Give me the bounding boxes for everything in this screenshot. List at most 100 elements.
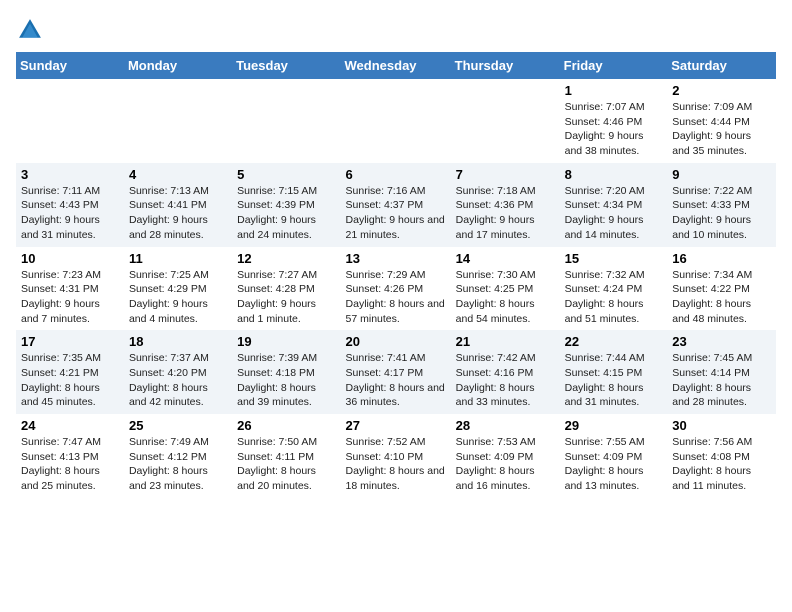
day-number: 9: [672, 167, 771, 182]
day-info: Sunrise: 7:50 AMSunset: 4:11 PMDaylight:…: [237, 435, 335, 494]
day-number: 17: [21, 334, 119, 349]
calendar-cell: 28Sunrise: 7:53 AMSunset: 4:09 PMDayligh…: [451, 414, 560, 498]
calendar-week-row: 1 Sunrise: 7:07 AMSunset: 4:46 PMDaylight…: [16, 79, 776, 163]
calendar-cell: [124, 79, 232, 163]
calendar-cell: 4 Sunrise: 7:13 AMSunset: 4:41 PMDaylight…: [124, 163, 232, 247]
calendar-cell: 26Sunrise: 7:50 AMSunset: 4:11 PMDayligh…: [232, 414, 340, 498]
day-info: Sunrise: 7:18 AMSunset: 4:36 PMDaylight:…: [456, 184, 555, 243]
day-number: 12: [237, 251, 335, 266]
calendar-cell: [341, 79, 451, 163]
calendar-week-row: 3 Sunrise: 7:11 AMSunset: 4:43 PMDaylight…: [16, 163, 776, 247]
day-info: Sunrise: 7:20 AMSunset: 4:34 PMDaylight:…: [565, 184, 663, 243]
day-number: 10: [21, 251, 119, 266]
day-number: 15: [565, 251, 663, 266]
day-info: Sunrise: 7:55 AMSunset: 4:09 PMDaylight:…: [565, 435, 663, 494]
day-info: Sunrise: 7:09 AMSunset: 4:44 PMDaylight:…: [672, 100, 771, 159]
day-number: 28: [456, 418, 555, 433]
day-number: 19: [237, 334, 335, 349]
day-info: Sunrise: 7:47 AMSunset: 4:13 PMDaylight:…: [21, 435, 119, 494]
day-info: Sunrise: 7:07 AMSunset: 4:46 PMDaylight:…: [565, 100, 663, 159]
day-info: Sunrise: 7:41 AMSunset: 4:17 PMDaylight:…: [346, 351, 446, 410]
calendar-cell: 6Sunrise: 7:16 AMSunset: 4:37 PMDaylight…: [341, 163, 451, 247]
day-info: Sunrise: 7:49 AMSunset: 4:12 PMDaylight:…: [129, 435, 227, 494]
header-area: [16, 16, 776, 44]
day-number: 6: [346, 167, 446, 182]
day-number: 5: [237, 167, 335, 182]
day-number: 25: [129, 418, 227, 433]
calendar-cell: 11 Sunrise: 7:25 AMSunset: 4:29 PMDayligh…: [124, 247, 232, 331]
calendar-cell: 12 Sunrise: 7:27 AMSunset: 4:28 PMDayligh…: [232, 247, 340, 331]
calendar-cell: 7 Sunrise: 7:18 AMSunset: 4:36 PMDaylight…: [451, 163, 560, 247]
weekday-header-tuesday: Tuesday: [232, 52, 340, 79]
calendar-cell: 14 Sunrise: 7:30 AMSunset: 4:25 PMDayligh…: [451, 247, 560, 331]
calendar-cell: 19 Sunrise: 7:39 AMSunset: 4:18 PMDayligh…: [232, 330, 340, 414]
day-number: 11: [129, 251, 227, 266]
calendar-cell: 20 Sunrise: 7:41 AMSunset: 4:17 PMDayligh…: [341, 330, 451, 414]
calendar-cell: 25 Sunrise: 7:49 AMSunset: 4:12 PMDayligh…: [124, 414, 232, 498]
day-number: 2: [672, 83, 771, 98]
day-number: 13: [346, 251, 446, 266]
weekday-header-saturday: Saturday: [667, 52, 776, 79]
day-number: 21: [456, 334, 555, 349]
day-number: 29: [565, 418, 663, 433]
calendar-cell: [16, 79, 124, 163]
logo: [16, 16, 48, 44]
day-number: 14: [456, 251, 555, 266]
day-info: Sunrise: 7:45 AMSunset: 4:14 PMDaylight:…: [672, 351, 771, 410]
calendar-cell: 30Sunrise: 7:56 AMSunset: 4:08 PMDayligh…: [667, 414, 776, 498]
calendar-week-row: 17 Sunrise: 7:35 AMSunset: 4:21 PMDayligh…: [16, 330, 776, 414]
calendar-week-row: 24 Sunrise: 7:47 AMSunset: 4:13 PMDayligh…: [16, 414, 776, 498]
day-info: Sunrise: 7:13 AMSunset: 4:41 PMDaylight:…: [129, 184, 227, 243]
calendar-cell: 18 Sunrise: 7:37 AMSunset: 4:20 PMDayligh…: [124, 330, 232, 414]
day-info: Sunrise: 7:37 AMSunset: 4:20 PMDaylight:…: [129, 351, 227, 410]
calendar-cell: 24 Sunrise: 7:47 AMSunset: 4:13 PMDayligh…: [16, 414, 124, 498]
day-info: Sunrise: 7:22 AMSunset: 4:33 PMDaylight:…: [672, 184, 771, 243]
calendar-cell: [451, 79, 560, 163]
day-info: Sunrise: 7:35 AMSunset: 4:21 PMDaylight:…: [21, 351, 119, 410]
calendar-cell: 8 Sunrise: 7:20 AMSunset: 4:34 PMDaylight…: [560, 163, 668, 247]
calendar-table: SundayMondayTuesdayWednesdayThursdayFrid…: [16, 52, 776, 498]
day-number: 18: [129, 334, 227, 349]
calendar-cell: 27Sunrise: 7:52 AMSunset: 4:10 PMDayligh…: [341, 414, 451, 498]
calendar-cell: 17 Sunrise: 7:35 AMSunset: 4:21 PMDayligh…: [16, 330, 124, 414]
day-info: Sunrise: 7:39 AMSunset: 4:18 PMDaylight:…: [237, 351, 335, 410]
calendar-week-row: 10 Sunrise: 7:23 AMSunset: 4:31 PMDayligh…: [16, 247, 776, 331]
day-info: Sunrise: 7:29 AMSunset: 4:26 PMDaylight:…: [346, 268, 446, 327]
day-number: 1: [565, 83, 663, 98]
day-info: Sunrise: 7:44 AMSunset: 4:15 PMDaylight:…: [565, 351, 663, 410]
weekday-header-sunday: Sunday: [16, 52, 124, 79]
logo-icon: [16, 16, 44, 44]
day-info: Sunrise: 7:15 AMSunset: 4:39 PMDaylight:…: [237, 184, 335, 243]
calendar-cell: 9 Sunrise: 7:22 AMSunset: 4:33 PMDaylight…: [667, 163, 776, 247]
calendar-cell: 16 Sunrise: 7:34 AMSunset: 4:22 PMDayligh…: [667, 247, 776, 331]
day-number: 20: [346, 334, 446, 349]
day-info: Sunrise: 7:23 AMSunset: 4:31 PMDaylight:…: [21, 268, 119, 327]
weekday-header-monday: Monday: [124, 52, 232, 79]
weekday-header-wednesday: Wednesday: [341, 52, 451, 79]
day-info: Sunrise: 7:25 AMSunset: 4:29 PMDaylight:…: [129, 268, 227, 327]
day-info: Sunrise: 7:42 AMSunset: 4:16 PMDaylight:…: [456, 351, 555, 410]
day-number: 8: [565, 167, 663, 182]
day-info: Sunrise: 7:11 AMSunset: 4:43 PMDaylight:…: [21, 184, 119, 243]
day-info: Sunrise: 7:34 AMSunset: 4:22 PMDaylight:…: [672, 268, 771, 327]
day-number: 3: [21, 167, 119, 182]
day-info: Sunrise: 7:52 AMSunset: 4:10 PMDaylight:…: [346, 435, 446, 494]
day-info: Sunrise: 7:30 AMSunset: 4:25 PMDaylight:…: [456, 268, 555, 327]
day-info: Sunrise: 7:32 AMSunset: 4:24 PMDaylight:…: [565, 268, 663, 327]
day-number: 4: [129, 167, 227, 182]
day-number: 23: [672, 334, 771, 349]
calendar-cell: 3 Sunrise: 7:11 AMSunset: 4:43 PMDaylight…: [16, 163, 124, 247]
day-number: 16: [672, 251, 771, 266]
weekday-header-friday: Friday: [560, 52, 668, 79]
calendar-cell: 21 Sunrise: 7:42 AMSunset: 4:16 PMDayligh…: [451, 330, 560, 414]
calendar-cell: 1 Sunrise: 7:07 AMSunset: 4:46 PMDaylight…: [560, 79, 668, 163]
weekday-header-thursday: Thursday: [451, 52, 560, 79]
calendar-cell: [232, 79, 340, 163]
day-number: 30: [672, 418, 771, 433]
day-info: Sunrise: 7:27 AMSunset: 4:28 PMDaylight:…: [237, 268, 335, 327]
day-number: 22: [565, 334, 663, 349]
day-number: 7: [456, 167, 555, 182]
day-number: 24: [21, 418, 119, 433]
calendar-cell: 13 Sunrise: 7:29 AMSunset: 4:26 PMDayligh…: [341, 247, 451, 331]
weekday-header-row: SundayMondayTuesdayWednesdayThursdayFrid…: [16, 52, 776, 79]
